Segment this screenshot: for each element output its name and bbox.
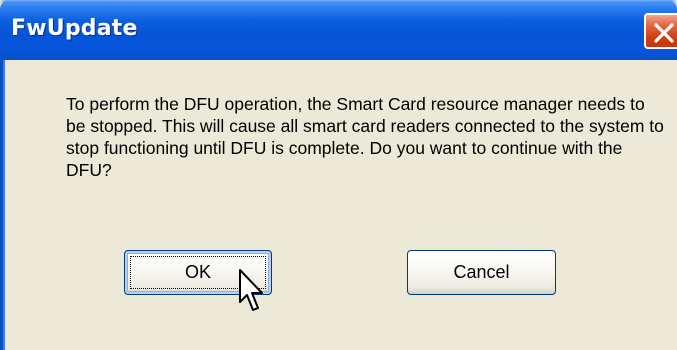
- close-button[interactable]: [644, 13, 677, 49]
- dialog-message: To perform the DFU operation, the Smart …: [66, 94, 664, 180]
- dialog-window: FwUpdate To perform the DFU operation, t…: [0, 0, 677, 350]
- ok-button-label: OK: [184, 262, 211, 282]
- title-bar-highlight: [0, 0, 677, 4]
- window-title: FwUpdate: [11, 16, 138, 41]
- cancel-button-label: Cancel: [453, 262, 510, 282]
- window-frame-left-inner: [3, 60, 5, 350]
- mouse-pointer-icon: [238, 268, 266, 331]
- close-icon: [654, 23, 674, 43]
- cancel-button[interactable]: Cancel: [407, 250, 556, 295]
- title-bar[interactable]: FwUpdate: [0, 0, 677, 60]
